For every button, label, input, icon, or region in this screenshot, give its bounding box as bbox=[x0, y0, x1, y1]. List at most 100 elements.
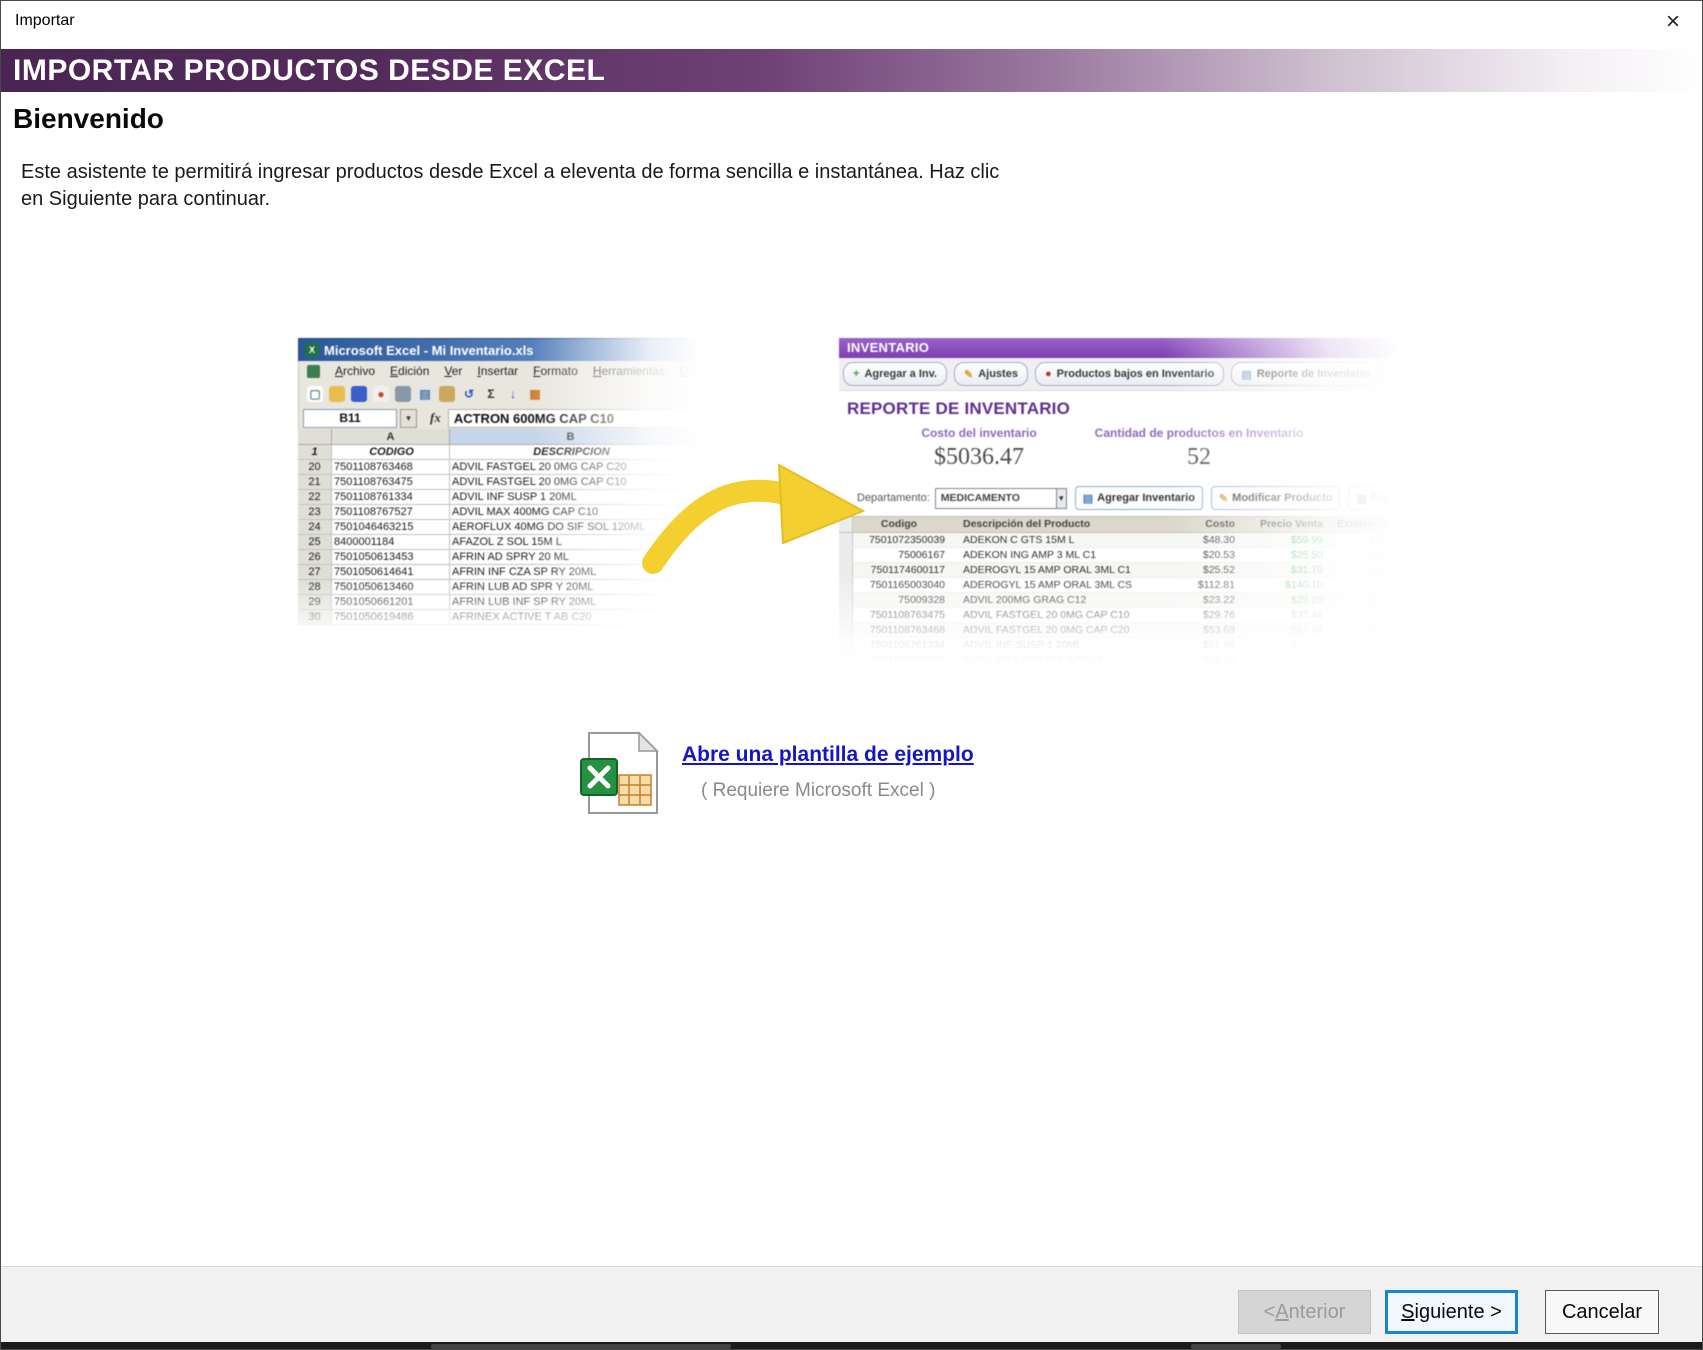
excel-menu-item: Da bbox=[680, 364, 695, 378]
reports-icon: ▣ bbox=[1397, 368, 1399, 381]
excel-menu-item: Ver bbox=[444, 364, 462, 378]
undo-icon: ↺ bbox=[461, 386, 477, 402]
column-b-header: B bbox=[450, 429, 692, 445]
code-cell: 7501050614641 bbox=[332, 565, 450, 580]
excel-menu-item: Insertar bbox=[477, 364, 518, 378]
count-value: 52 bbox=[1079, 444, 1319, 471]
code-cell: 7501108761334 bbox=[332, 490, 450, 505]
inventory-row: 7501108761334 ADVIL INF SUSP 1 20ML $61.… bbox=[839, 638, 1399, 653]
inventory-toolbar-button: ▤ Reporte de Inventario bbox=[1231, 362, 1379, 386]
adjustments-pencil-icon: ✎ bbox=[964, 368, 973, 381]
description-cell: AFRINEX ACTIVE T AB C20 bbox=[450, 610, 692, 625]
inventory-toolbar-button: ▣ Repo bbox=[1387, 362, 1399, 386]
toolbar-button-label: Reporte de Inventario bbox=[1257, 368, 1370, 380]
modify-product-icon: ✎ bbox=[1219, 492, 1228, 505]
open-example-template-link[interactable]: Abre una plantilla de ejemplo bbox=[682, 743, 974, 767]
code-cell: 7501108763475 bbox=[332, 475, 450, 490]
code-cell: 7501050613460 bbox=[332, 580, 450, 595]
inventory-toolbar-button: ✎ Ajustes bbox=[954, 362, 1028, 386]
product-cost: $48.30 bbox=[1161, 533, 1241, 547]
code-cell: 7501108767527 bbox=[332, 505, 450, 520]
product-stock: 5.00 bbox=[1329, 563, 1399, 577]
product-code: 7501108767527 bbox=[853, 653, 953, 667]
product-stock: 0.00 bbox=[1329, 623, 1399, 637]
description-cell: AFRIN LUB INF SP RY 20ML bbox=[450, 595, 692, 610]
excel-menu-item: Herramientas bbox=[593, 364, 665, 378]
product-stock: 1.00 bbox=[1329, 593, 1399, 607]
column-c-sliver bbox=[692, 429, 702, 445]
save-icon bbox=[351, 386, 367, 402]
inventory-report-icon: ▤ bbox=[1241, 368, 1251, 381]
welcome-text: Este asistente te permitirá ingresar pro… bbox=[21, 159, 999, 213]
product-price: $51.10 bbox=[1241, 653, 1329, 667]
add-to-inventory-icon: + bbox=[853, 368, 859, 380]
product-cost: $61.96 bbox=[1161, 638, 1241, 652]
cost-value: $5036.47 bbox=[879, 444, 1079, 471]
inventory-toolbar: + Agregar a Inv. ✎ Ajustes ● Productos b… bbox=[839, 358, 1399, 391]
inventory-action-button: ✎ Modificar Producto bbox=[1211, 486, 1340, 510]
action-button-label: Exp bbox=[1371, 492, 1391, 504]
inventory-count-stat: Cantidad de productos en Inventario 52 bbox=[1079, 426, 1319, 471]
header-precio-venta: Precio Venta bbox=[1241, 517, 1329, 532]
inventory-row: 75006167 ADEKON ING AMP 3 ML C1 $20.53 $… bbox=[839, 548, 1399, 563]
column-a-header: A bbox=[332, 429, 450, 445]
sigma-icon: Σ bbox=[483, 386, 499, 402]
next-button[interactable]: Siguiente > bbox=[1385, 1290, 1518, 1334]
close-icon[interactable]: × bbox=[1666, 9, 1680, 35]
product-stock: 1.00 bbox=[1329, 638, 1399, 652]
excel-row: 29 7501050661201 AFRIN LUB INF SP RY 20M… bbox=[298, 595, 702, 610]
excel-row: 28 7501050613460 AFRIN LUB AD SPR Y 20ML bbox=[298, 580, 702, 595]
code-cell: 7501046463215 bbox=[332, 520, 450, 535]
cancel-button[interactable]: Cancelar bbox=[1545, 1290, 1659, 1334]
row-selector bbox=[839, 638, 853, 652]
product-description: ADEKON ING AMP 3 ML C1 bbox=[953, 548, 1161, 562]
wizard-banner: IMPORTAR PRODUCTOS DESDE EXCEL bbox=[1, 49, 1702, 92]
row-selector bbox=[839, 608, 853, 622]
product-code: 7501108763468 bbox=[853, 623, 953, 637]
low-products-icon: ● bbox=[1045, 368, 1052, 380]
banner-title: IMPORTAR PRODUCTOS DESDE EXCEL bbox=[13, 54, 605, 87]
inventory-action-button: ▤ Agregar Inventario bbox=[1075, 486, 1203, 510]
product-cost: $23.22 bbox=[1161, 593, 1241, 607]
code-cell: 7501050613453 bbox=[332, 550, 450, 565]
chart-wizard-icon: ▦ bbox=[527, 386, 543, 402]
product-description: ADEROGYL 15 AMP ORAL 3ML CS bbox=[953, 578, 1161, 592]
excel-menu-item: Formato bbox=[533, 364, 578, 378]
product-stock: 1.00 bbox=[1329, 608, 1399, 622]
excel-formula-bar: B11 ▾ fx ACTRON 600MG CAP C10 bbox=[298, 407, 702, 429]
header-costo: Costo bbox=[1161, 517, 1241, 532]
back-button[interactable]: < Anterior bbox=[1238, 1290, 1371, 1334]
yellow-arrow-icon bbox=[631, 451, 871, 581]
header-existencia: Existencia bbox=[1329, 517, 1399, 532]
code-cell: 7501108763468 bbox=[332, 460, 450, 475]
row-number: 22 bbox=[298, 490, 332, 505]
print-icon bbox=[395, 386, 411, 402]
department-row: Departamento: MEDICAMENTO ▾ ▤ Agregar In… bbox=[839, 486, 1399, 510]
product-price: $29.20 bbox=[1241, 593, 1329, 607]
product-cost: $29.76 bbox=[1161, 608, 1241, 622]
report-title: REPORTE DE INVENTARIO bbox=[847, 399, 1399, 419]
paste-icon bbox=[439, 386, 455, 402]
inventory-titlebar: INVENTARIO bbox=[839, 338, 1399, 358]
inventory-row: 7501108763468 ADVIL FASTGEL 20 0MG CAP C… bbox=[839, 623, 1399, 638]
product-description: ADVIL MAX 400MG CAP C10 bbox=[953, 653, 1161, 667]
header-descripcion: Descripción del Producto bbox=[953, 517, 1161, 532]
excel-menu-item: Edición bbox=[390, 364, 429, 378]
row-selector bbox=[839, 623, 853, 637]
product-cost: $25.52 bbox=[1161, 563, 1241, 577]
product-stock: 1.00 bbox=[1329, 533, 1399, 547]
product-cost: $48.58 bbox=[1161, 653, 1241, 667]
row-number: 20 bbox=[298, 460, 332, 475]
action-button-label: Modificar Producto bbox=[1232, 492, 1332, 504]
product-description: ADVIL FASTGEL 20 0MG CAP C10 bbox=[953, 608, 1161, 622]
product-code: 75009328 bbox=[853, 593, 953, 607]
product-description: ADEROGYL 15 AMP ORAL 3ML C1 bbox=[953, 563, 1161, 577]
department-select: MEDICAMENTO bbox=[935, 488, 1057, 509]
import-wizard-dialog: Importar × IMPORTAR PRODUCTOS DESDE EXCE… bbox=[0, 0, 1703, 1350]
excel-logo-icon: X bbox=[305, 343, 319, 357]
preview-icon: ▤ bbox=[417, 386, 433, 402]
product-price: $67.54 bbox=[1241, 623, 1329, 637]
cost-label: Costo del inventario bbox=[879, 426, 1079, 440]
product-cost: $53.69 bbox=[1161, 623, 1241, 637]
row-number: 30 bbox=[298, 610, 332, 625]
